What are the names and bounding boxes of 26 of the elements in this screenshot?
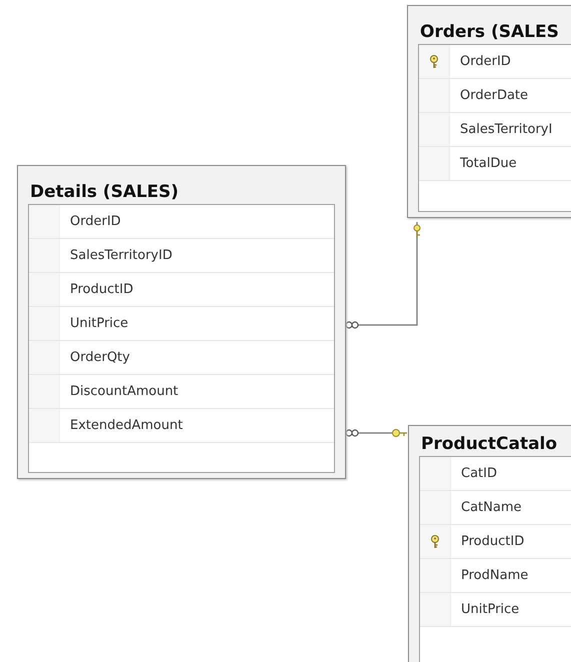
column-name: TotalDue [459,155,517,173]
table-title: Details (SALES) [29,181,180,204]
table-box[interactable]: ProductCatalo CatID CatName ProductID ProdName UnitPrice [408,425,571,662]
table-title: Orders (SALES [419,21,560,44]
column-name: OrderID [69,213,121,231]
row-selector[interactable] [420,525,451,558]
column-name: OrderQty [69,349,130,367]
column-name: ProdName [460,567,528,585]
column-name: UnitPrice [460,601,520,619]
column-name: SalesTerritoryI [459,121,552,139]
relationship-line [345,429,408,437]
row-selector[interactable] [419,45,450,78]
column-name: SalesTerritoryID [69,247,172,265]
column-name: ExtendedAmount [69,417,183,435]
column-name: CatName [460,499,522,517]
column-name: ProductID [460,533,524,551]
column-name: CatID [460,465,497,483]
column-name: DiscountAmount [69,383,178,401]
table-title: ProductCatalo [420,433,558,456]
key-icon [430,534,440,548]
column-name: OrderDate [459,87,528,105]
column-name: UnitPrice [69,315,128,333]
key-icon [429,54,439,68]
column-name: OrderID [459,53,511,71]
table-box[interactable]: Orders (SALES OrderID OrderDate SalesTerritoryI TotalDue [407,5,571,218]
column-name: ProductID [69,281,134,299]
